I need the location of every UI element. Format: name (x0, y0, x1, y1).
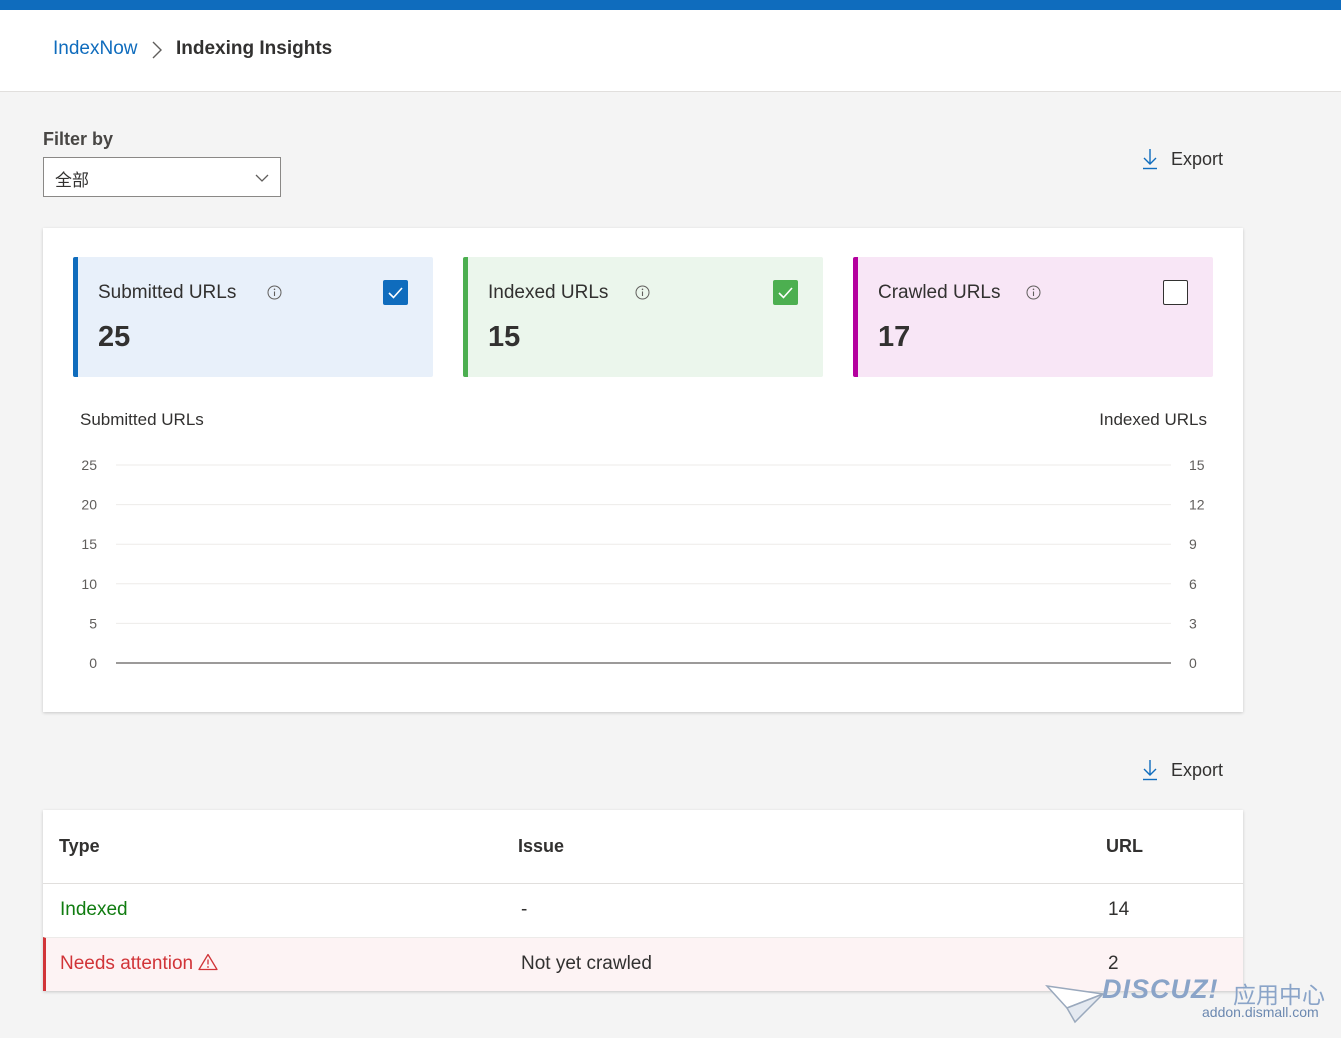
watermark-url: addon.dismall.com (1202, 1004, 1319, 1020)
filter-dropdown[interactable]: 全部 (43, 157, 281, 197)
y-left-tick-label: 10 (81, 576, 97, 592)
paper-plane-icon (1045, 984, 1105, 1024)
cell-url-count: 14 (1108, 899, 1130, 920)
export-label: Export (1171, 148, 1224, 169)
y-left-tick-label: 5 (89, 615, 97, 631)
table-row[interactable]: Indexed - 14 (43, 883, 1243, 937)
y-left-tick-label: 25 (81, 457, 97, 473)
warning-icon (198, 953, 218, 971)
chevron-right-icon (152, 41, 162, 59)
page-title: Indexing Insights (176, 38, 333, 59)
y-right-tick-label: 3 (1189, 615, 1197, 631)
filter-label: Filter by (43, 129, 114, 149)
download-icon (1143, 760, 1157, 781)
line-chart: 25 15 20 12 15 9 10 6 5 3 0 0 (81, 457, 1205, 671)
y-right-tick-label: 9 (1189, 536, 1197, 552)
cell-type: Indexed (60, 899, 128, 920)
cell-type: Needs attention (60, 953, 218, 975)
y-right-tick-label: 0 (1189, 655, 1197, 671)
issues-table: Type Issue URL Indexed - 14 Needs attent… (43, 810, 1243, 991)
breadcrumb-link-indexnow[interactable]: IndexNow (53, 38, 138, 60)
y-left-tick-label: 15 (81, 536, 97, 552)
y-right-tick-label: 15 (1189, 457, 1205, 473)
column-header-type[interactable]: Type (59, 836, 100, 857)
cell-issue: Not yet crawled (521, 953, 652, 974)
filter-selected-value: 全部 (55, 171, 89, 190)
column-header-url[interactable]: URL (1106, 836, 1143, 857)
y-right-tick-label: 6 (1189, 576, 1197, 592)
export-button-chart[interactable]: Export (1141, 148, 1223, 170)
watermark-brand: DISCUZ! (1102, 974, 1219, 1004)
metrics-panel: Submitted URLs 25 Indexed URLs 15 Crawle… (43, 228, 1243, 712)
column-header-issue[interactable]: Issue (518, 836, 564, 857)
export-button-table[interactable]: Export (1141, 759, 1223, 781)
y-right-tick-label: 12 (1189, 497, 1205, 513)
page-header: IndexNow Indexing Insights (0, 10, 1341, 92)
cell-issue: - (521, 899, 528, 920)
top-accent-bar (0, 0, 1341, 10)
y-left-tick-label: 20 (81, 497, 97, 513)
chevron-down-icon (255, 174, 269, 182)
y-left-tick-label: 0 (89, 655, 97, 671)
export-label: Export (1171, 759, 1224, 780)
watermark: DISCUZ! 应用中心 addon.dismall.com (1045, 972, 1335, 1032)
download-icon (1143, 149, 1157, 170)
cell-type-label: Needs attention (60, 953, 194, 974)
